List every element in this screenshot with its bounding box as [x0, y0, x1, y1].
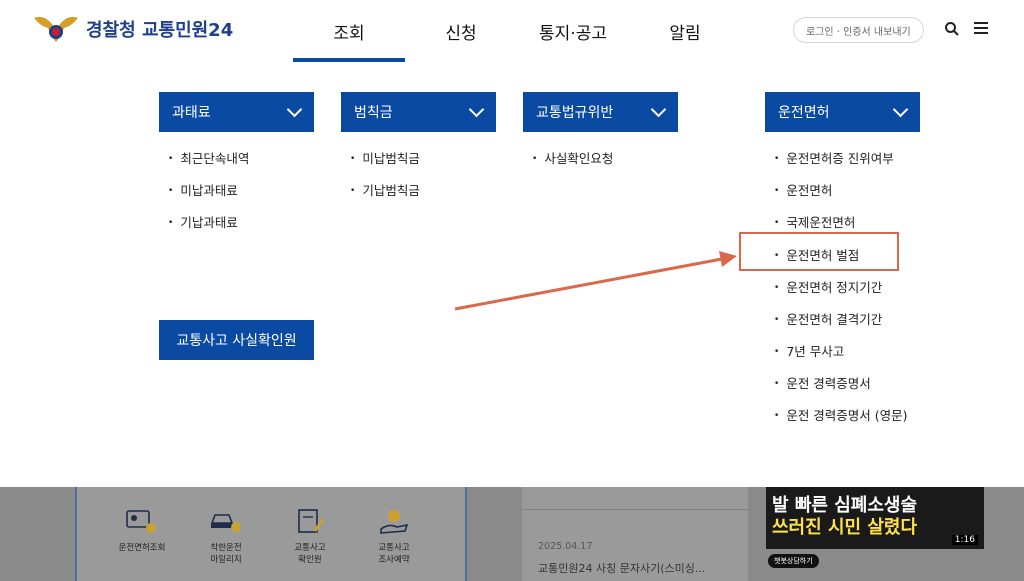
hand-reserve-icon	[377, 507, 411, 535]
video-caption-line-1: 발 빠른 심폐소생술	[772, 495, 918, 516]
video-thumbnail[interactable]: 발 빠른 심폐소생술 쓰러진 시민 살렸다 1:16	[766, 487, 984, 549]
login-button[interactable]: 로그인 · 인증서 내보내기	[793, 17, 924, 43]
main-nav: 조회 신청 통지·공고 알림	[293, 0, 741, 62]
divider	[522, 509, 748, 510]
quick-link-label: 교통사고 조사예약	[378, 543, 410, 565]
mega-menu: 과태료 최근단속내역 미납과태료 기납과태료 범칙금 미납범칙금 기납범칙금 교…	[0, 62, 1024, 487]
news-title-link[interactable]: 교통민원24 사칭 문자사기(스미싱...	[538, 560, 705, 576]
news-date: 2025.04.17	[538, 541, 593, 552]
document-pen-icon	[293, 507, 327, 535]
nav-inquiry[interactable]: 조회	[293, 0, 405, 62]
quick-link-label: 운전면허조회	[118, 543, 166, 553]
quick-link-accident-reservation[interactable]: 교통사고 조사예약	[359, 507, 429, 565]
quick-link-safe-driving-mileage[interactable]: 착한운전 마일리지	[191, 507, 261, 565]
nav-apply[interactable]: 신청	[405, 0, 517, 62]
video-duration: 1:16	[951, 535, 978, 545]
nav-alerts[interactable]: 알림	[629, 0, 741, 62]
car-coins-icon	[209, 507, 243, 535]
page-background-dimmed: 운전면허조회 착한운전 마일리지 교통사고 확인원 교통사고 조사예약 2025…	[0, 487, 1024, 581]
license-card-icon	[125, 507, 159, 535]
news-panel: 2025.04.17 교통민원24 사칭 문자사기(스미싱...	[522, 487, 748, 581]
hamburger-menu-icon[interactable]	[974, 22, 988, 34]
police-emblem-icon	[32, 12, 80, 46]
site-header: 경찰청 교통민원24 조회 신청 통지·공고 알림 로그인 · 인증서 내보내기	[0, 0, 1024, 62]
site-logo[interactable]: 경찰청 교통민원24	[32, 12, 233, 46]
quick-link-label: 교통사고 확인원	[294, 543, 326, 565]
search-icon[interactable]	[944, 21, 960, 37]
nav-notice[interactable]: 통지·공고	[517, 0, 629, 62]
video-caption-line-2: 쓰러진 시민 살렸다	[772, 517, 918, 538]
quick-links-panel: 운전면허조회 착한운전 마일리지 교통사고 확인원 교통사고 조사예약	[75, 487, 467, 581]
annotation-arrow	[454, 251, 737, 311]
quick-link-accident-confirmation[interactable]: 교통사고 확인원	[275, 507, 345, 565]
quick-link-label: 착한운전 마일리지	[210, 543, 242, 565]
chatbot-button[interactable]: 챗봇상담하기	[768, 554, 819, 568]
logo-text: 경찰청 교통민원24	[86, 20, 234, 41]
quick-link-license-inquiry[interactable]: 운전면허조회	[107, 507, 177, 553]
video-caption: 발 빠른 심폐소생술 쓰러진 시민 살렸다	[772, 495, 917, 539]
